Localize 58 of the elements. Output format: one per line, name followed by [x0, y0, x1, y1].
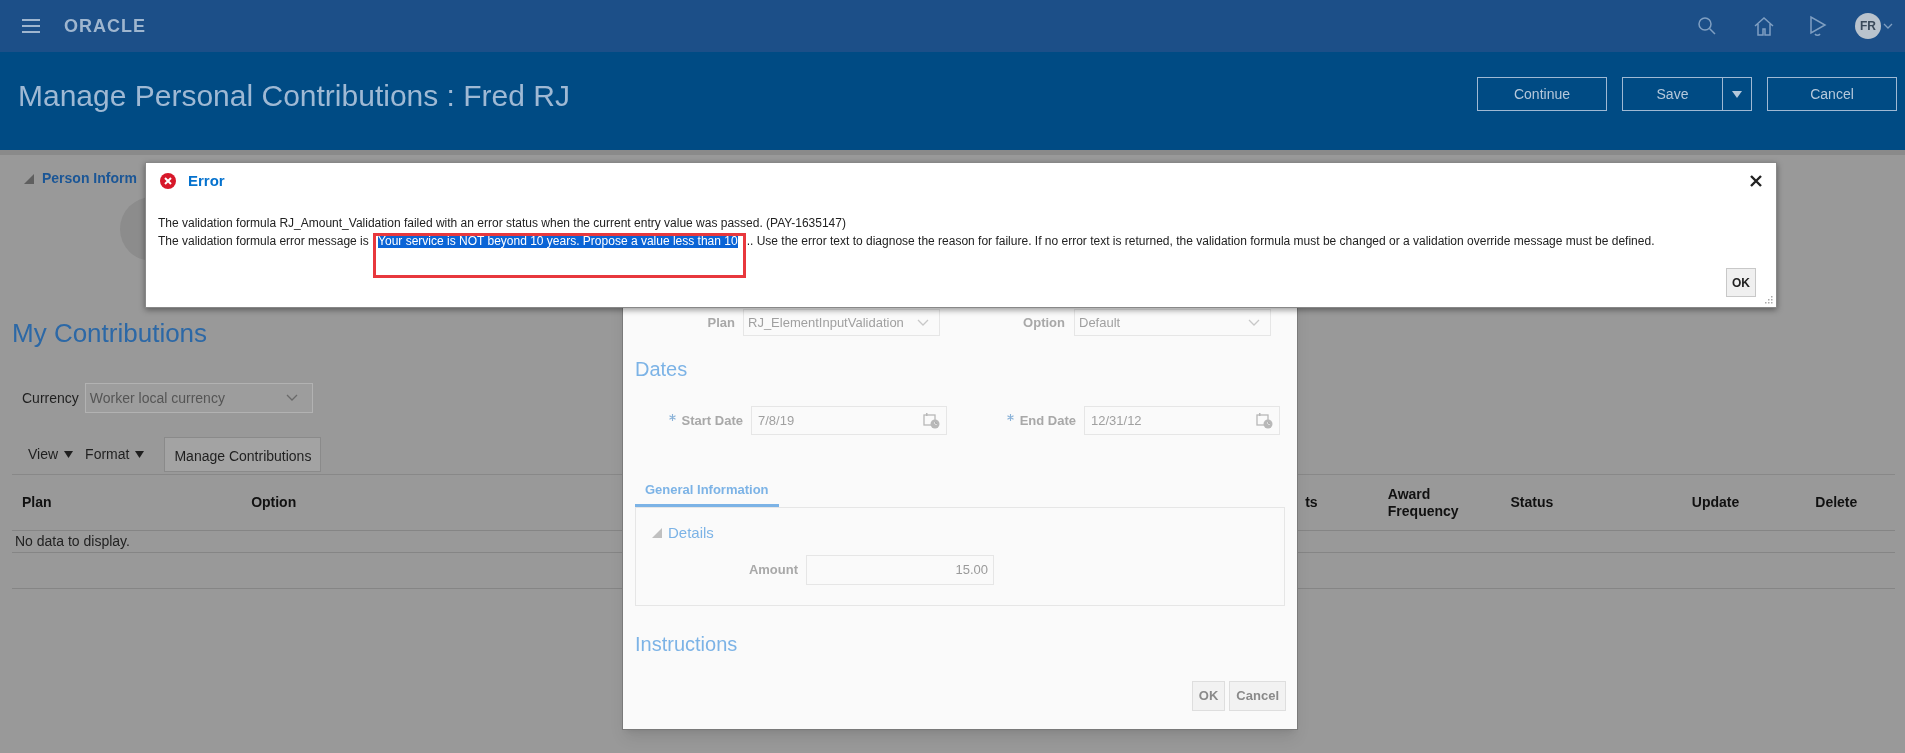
currency-select[interactable]: Worker local currency: [84, 383, 313, 413]
user-avatar[interactable]: FR: [1855, 13, 1881, 39]
empty-message: No data to display.: [15, 532, 130, 551]
amount-field[interactable]: 15.00: [806, 554, 994, 585]
error-message: The validation formula RJ_Amount_Validation failed with an error status when the current entry value was passed. (PAY-1635147): [158, 215, 847, 232]
menu-button[interactable]: Format: [85, 443, 145, 465]
header-button[interactable]: Continue: [1477, 77, 1607, 111]
column-header: Delete: [1815, 493, 1859, 512]
dialog-button[interactable]: OK: [1191, 681, 1226, 711]
toolbar-button[interactable]: Manage Contributions: [164, 436, 322, 472]
menu-icon[interactable]: [22, 19, 40, 33]
column-header: Status: [1510, 494, 1555, 511]
page-title: Manage Personal Contributions : Fred RJ: [18, 77, 570, 114]
save-split-button[interactable]: Save: [1622, 77, 1752, 111]
chevron-down-icon: [917, 318, 929, 327]
section-heading: Instructions: [635, 632, 738, 657]
chevron-down-icon: [285, 394, 298, 402]
field-label: Plan: [706, 313, 736, 332]
date-field[interactable]: 7/8/19: [751, 406, 947, 435]
field-label: Start Date: [681, 411, 743, 430]
dialog-title: Error: [188, 170, 225, 191]
expand-triangle-icon[interactable]: [24, 173, 34, 184]
close-icon[interactable]: [1750, 175, 1762, 187]
dialog-button[interactable]: Cancel: [1229, 681, 1286, 711]
menu-button[interactable]: View: [28, 443, 74, 465]
field-label: Option: [1022, 313, 1066, 332]
home-icon[interactable]: [1753, 16, 1775, 36]
chevron-down-icon[interactable]: [1883, 23, 1893, 29]
section-heading: Dates: [635, 357, 688, 382]
field-label: End Date: [1019, 411, 1076, 430]
expand-triangle-icon[interactable]: [652, 528, 662, 539]
section-heading: My Contributions: [12, 317, 208, 350]
resize-grip-icon[interactable]: [1765, 296, 1773, 304]
plan-select[interactable]: RJ_ElementInputValidation: [743, 309, 940, 336]
column-header: Plan: [22, 494, 53, 511]
chevron-down-icon: [1248, 318, 1260, 327]
column-header: Update: [1691, 494, 1741, 511]
dropdown-arrow-icon[interactable]: [1732, 90, 1742, 98]
search-icon[interactable]: [1697, 16, 1717, 36]
field-label: Currency: [22, 388, 79, 408]
column-header: ts: [1305, 494, 1319, 511]
error-icon: [160, 173, 176, 189]
calendar-icon[interactable]: [1256, 412, 1273, 429]
field-label: Amount: [747, 560, 799, 579]
error-message: The validation formula error message is Your service is NOT beyond 10 years. Propose a value less than 10 .. Use the error text to diagnose the reason for failure. If no error text is returned, the validation formula must be changed or a validation override message must be defined.: [158, 232, 1776, 250]
ok-button[interactable]: OK: [1726, 268, 1756, 297]
column-header: Award Frequency: [1387, 485, 1460, 520]
logo: ORACLE: [64, 14, 146, 38]
dropdown-arrow-icon: [135, 450, 145, 458]
date-field[interactable]: 12/31/12: [1084, 406, 1280, 435]
calendar-icon[interactable]: [923, 412, 940, 429]
dropdown-arrow-icon: [64, 450, 74, 458]
section-title[interactable]: Details: [668, 522, 714, 545]
tab[interactable]: General Information: [635, 476, 779, 507]
column-header: Option: [251, 494, 298, 511]
section-title[interactable]: Person Inform: [42, 168, 137, 189]
option-select[interactable]: Default: [1074, 309, 1271, 336]
header-button[interactable]: Cancel: [1767, 77, 1897, 111]
